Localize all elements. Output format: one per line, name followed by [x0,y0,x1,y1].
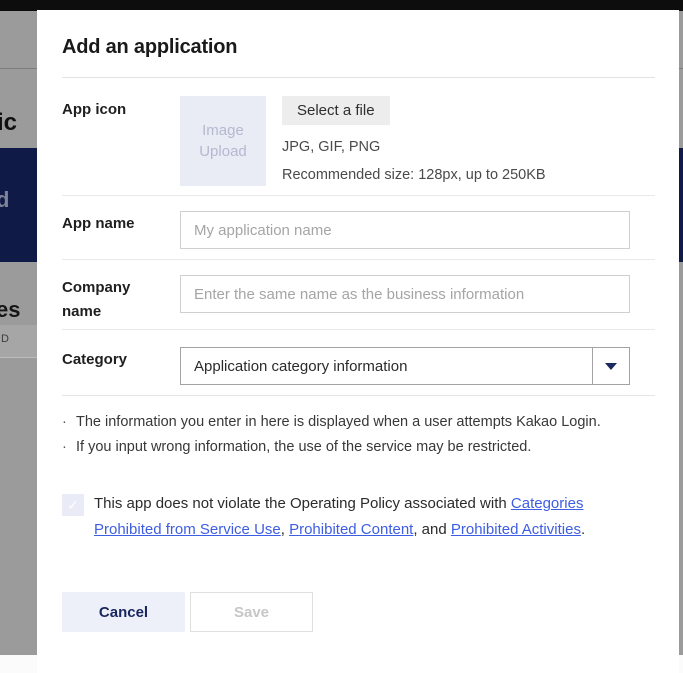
upload-placeholder-line2: Upload [199,141,247,162]
category-select[interactable]: Application category information [180,347,630,385]
link-prohibited-activities[interactable]: Prohibited Activities [451,521,581,538]
bullet-glyph: · [62,435,76,460]
background-partial-text: es [0,297,20,323]
app-name-label: App name [62,212,167,236]
modal-actions: Cancel Save [62,592,655,632]
notice-list: · The information you enter in here is d… [62,410,655,460]
select-file-button[interactable]: Select a file [282,96,390,125]
app-icon-row: App icon Image Upload Select a file JPG,… [62,78,655,196]
category-selected-value: Application category information [181,358,592,375]
upload-placeholder-line1: Image [202,120,244,141]
notice-text: If you input wrong information, the use … [76,435,531,460]
category-select-arrow-zone[interactable] [592,348,629,384]
notice-item: · The information you enter in here is d… [62,410,655,435]
company-name-row: Company name [62,260,655,330]
modal-title: Add an application [62,36,237,59]
policy-agreement: ✓ This app does not violate the Operatin… [62,491,655,547]
image-upload-dropzone[interactable]: Image Upload [180,96,266,186]
background-white-footer [0,655,37,673]
save-button[interactable]: Save [190,592,313,632]
app-icon-label: App icon [62,98,167,122]
company-name-label: Company name [62,276,167,324]
background-page-left-sliver: ic d es D [0,11,37,673]
policy-checkbox[interactable]: ✓ [62,494,84,516]
allowed-formats-text: JPG, GIF, PNG [282,139,380,155]
background-partial-text: D [1,333,9,345]
background-divider [0,68,37,69]
cancel-button[interactable]: Cancel [62,592,185,632]
category-label: Category [62,348,167,372]
company-name-input[interactable] [180,275,630,313]
recommended-size-text: Recommended size: 128px, up to 250KB [282,167,546,183]
app-name-row: App name [62,196,655,260]
notice-text: The information you enter in here is dis… [76,410,601,435]
category-row: Category Application category informatio… [62,330,655,396]
background-page-right-sliver [679,11,683,673]
add-application-modal: Add an application App icon Image Upload… [37,10,679,673]
policy-text-segment: , and [413,521,451,538]
link-prohibited-content[interactable]: Prohibited Content [289,521,413,538]
background-partial-text: d [0,187,9,213]
policy-statement: This app does not violate the Operating … [94,491,626,543]
notice-item: · If you input wrong information, the us… [62,435,655,460]
policy-text-segment: This app does not violate the Operating … [94,495,511,512]
chevron-down-icon [605,363,617,370]
policy-text-segment: , [281,521,289,538]
background-divider [0,357,37,358]
modal-header: Add an application [62,10,655,78]
policy-text-segment: . [581,521,585,538]
bullet-glyph: · [62,410,76,435]
app-name-input[interactable] [180,211,630,249]
background-partial-text: ic [0,109,17,137]
checkmark-icon: ✓ [67,497,79,513]
